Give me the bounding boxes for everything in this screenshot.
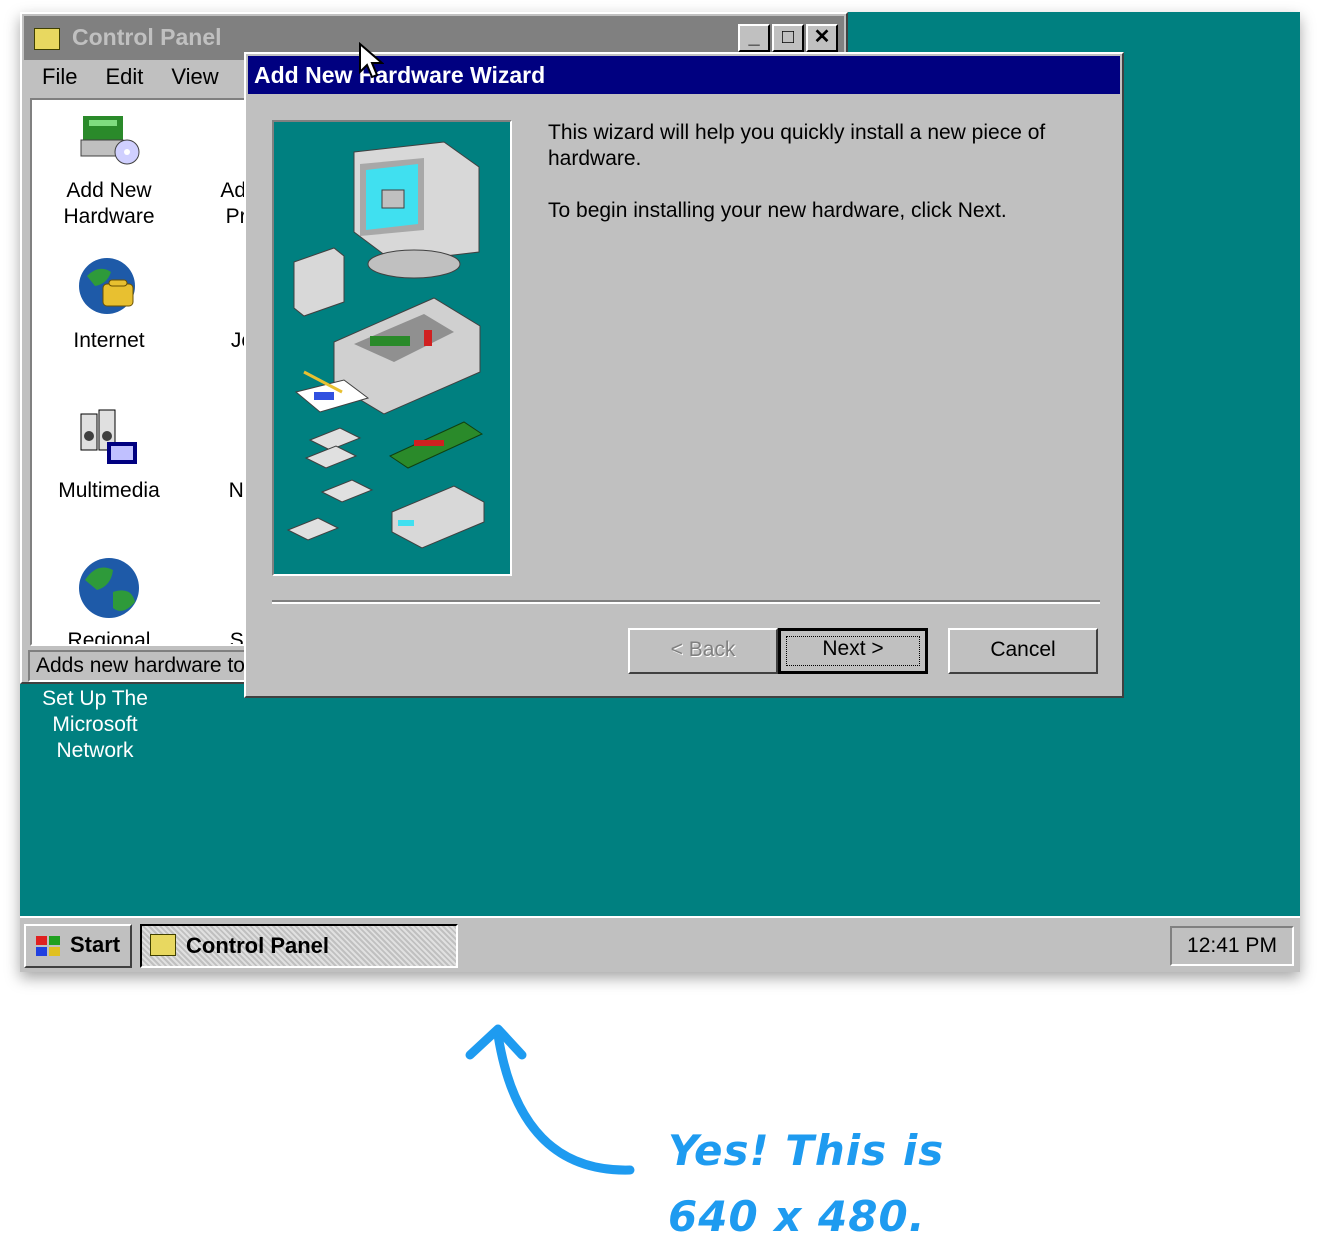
taskbar: Start Control Panel 12:41 PM	[20, 916, 1300, 972]
multimedia-icon	[77, 406, 141, 470]
annotation-line: Yes! This is	[668, 1126, 945, 1175]
wizard-instructions: This wizard will help you quickly instal…	[548, 120, 1088, 250]
menu-bar: File Edit View H	[28, 62, 277, 96]
desktop-label-line: Network	[56, 739, 134, 762]
desktop: Set Up The Microsoft Network Control Pan…	[20, 12, 1300, 972]
internet-icon	[77, 256, 141, 320]
next-button[interactable]: Next >	[778, 628, 928, 674]
item-internet[interactable]: Internet	[44, 256, 174, 354]
item-label: Hardware	[63, 205, 155, 228]
item-multimedia[interactable]: Multimedia	[44, 406, 174, 504]
item-label: Internet	[73, 329, 145, 352]
cancel-button[interactable]: Cancel	[948, 628, 1098, 674]
wizard-separator	[272, 600, 1100, 604]
menu-file[interactable]: File	[28, 62, 91, 96]
item-label: Multimedia	[58, 479, 160, 502]
wizard-illustration	[272, 120, 512, 576]
mouse-cursor-icon	[359, 42, 384, 79]
item-label: Add New	[66, 179, 152, 202]
folder-icon	[34, 28, 60, 50]
wizard-paragraph-intro: This wizard will help you quickly instal…	[548, 121, 1046, 170]
desktop-label-line: Set Up The	[42, 687, 148, 710]
item-label: Regional	[67, 629, 151, 646]
add-new-hardware-wizard: Add New Hardware Wizard This wizard will…	[244, 52, 1124, 698]
folder-icon	[150, 934, 176, 956]
taskbar-task-label: Control Panel	[186, 933, 330, 958]
item-regional-settings[interactable]: Regional	[44, 556, 174, 646]
msn-setup-icon-label[interactable]: Set Up The Microsoft Network	[20, 686, 170, 764]
system-clock: 12:41 PM	[1170, 926, 1294, 966]
annotation-line: 640 x 480.	[668, 1192, 926, 1241]
window-title: Control Panel	[72, 24, 222, 50]
hardware-illustration-icon	[286, 141, 485, 549]
focus-rectangle	[786, 636, 920, 666]
minimize-button[interactable]: _	[738, 24, 770, 52]
start-button[interactable]: Start	[24, 924, 132, 968]
maximize-button[interactable]: □	[772, 24, 804, 52]
menu-view[interactable]: View	[157, 62, 232, 96]
menu-edit[interactable]: Edit	[91, 62, 157, 96]
back-button[interactable]: < Back	[628, 628, 778, 674]
wizard-paragraph-next: To begin installing your new hardware, c…	[548, 199, 1007, 222]
regional-settings-icon	[77, 556, 141, 620]
desktop-label-line: Microsoft	[52, 713, 138, 736]
taskbar-control-panel[interactable]: Control Panel	[140, 924, 458, 968]
windows-logo-icon	[36, 936, 60, 956]
annotation-arrow-icon	[465, 1024, 635, 1175]
add-new-hardware-icon	[77, 106, 141, 170]
start-label: Start	[70, 932, 121, 957]
annotation-text: Yes! This is 640 x 480.	[668, 1118, 1168, 1250]
close-button[interactable]: ✕	[806, 24, 838, 52]
item-add-new-hardware[interactable]: Add New Hardware	[44, 106, 174, 230]
